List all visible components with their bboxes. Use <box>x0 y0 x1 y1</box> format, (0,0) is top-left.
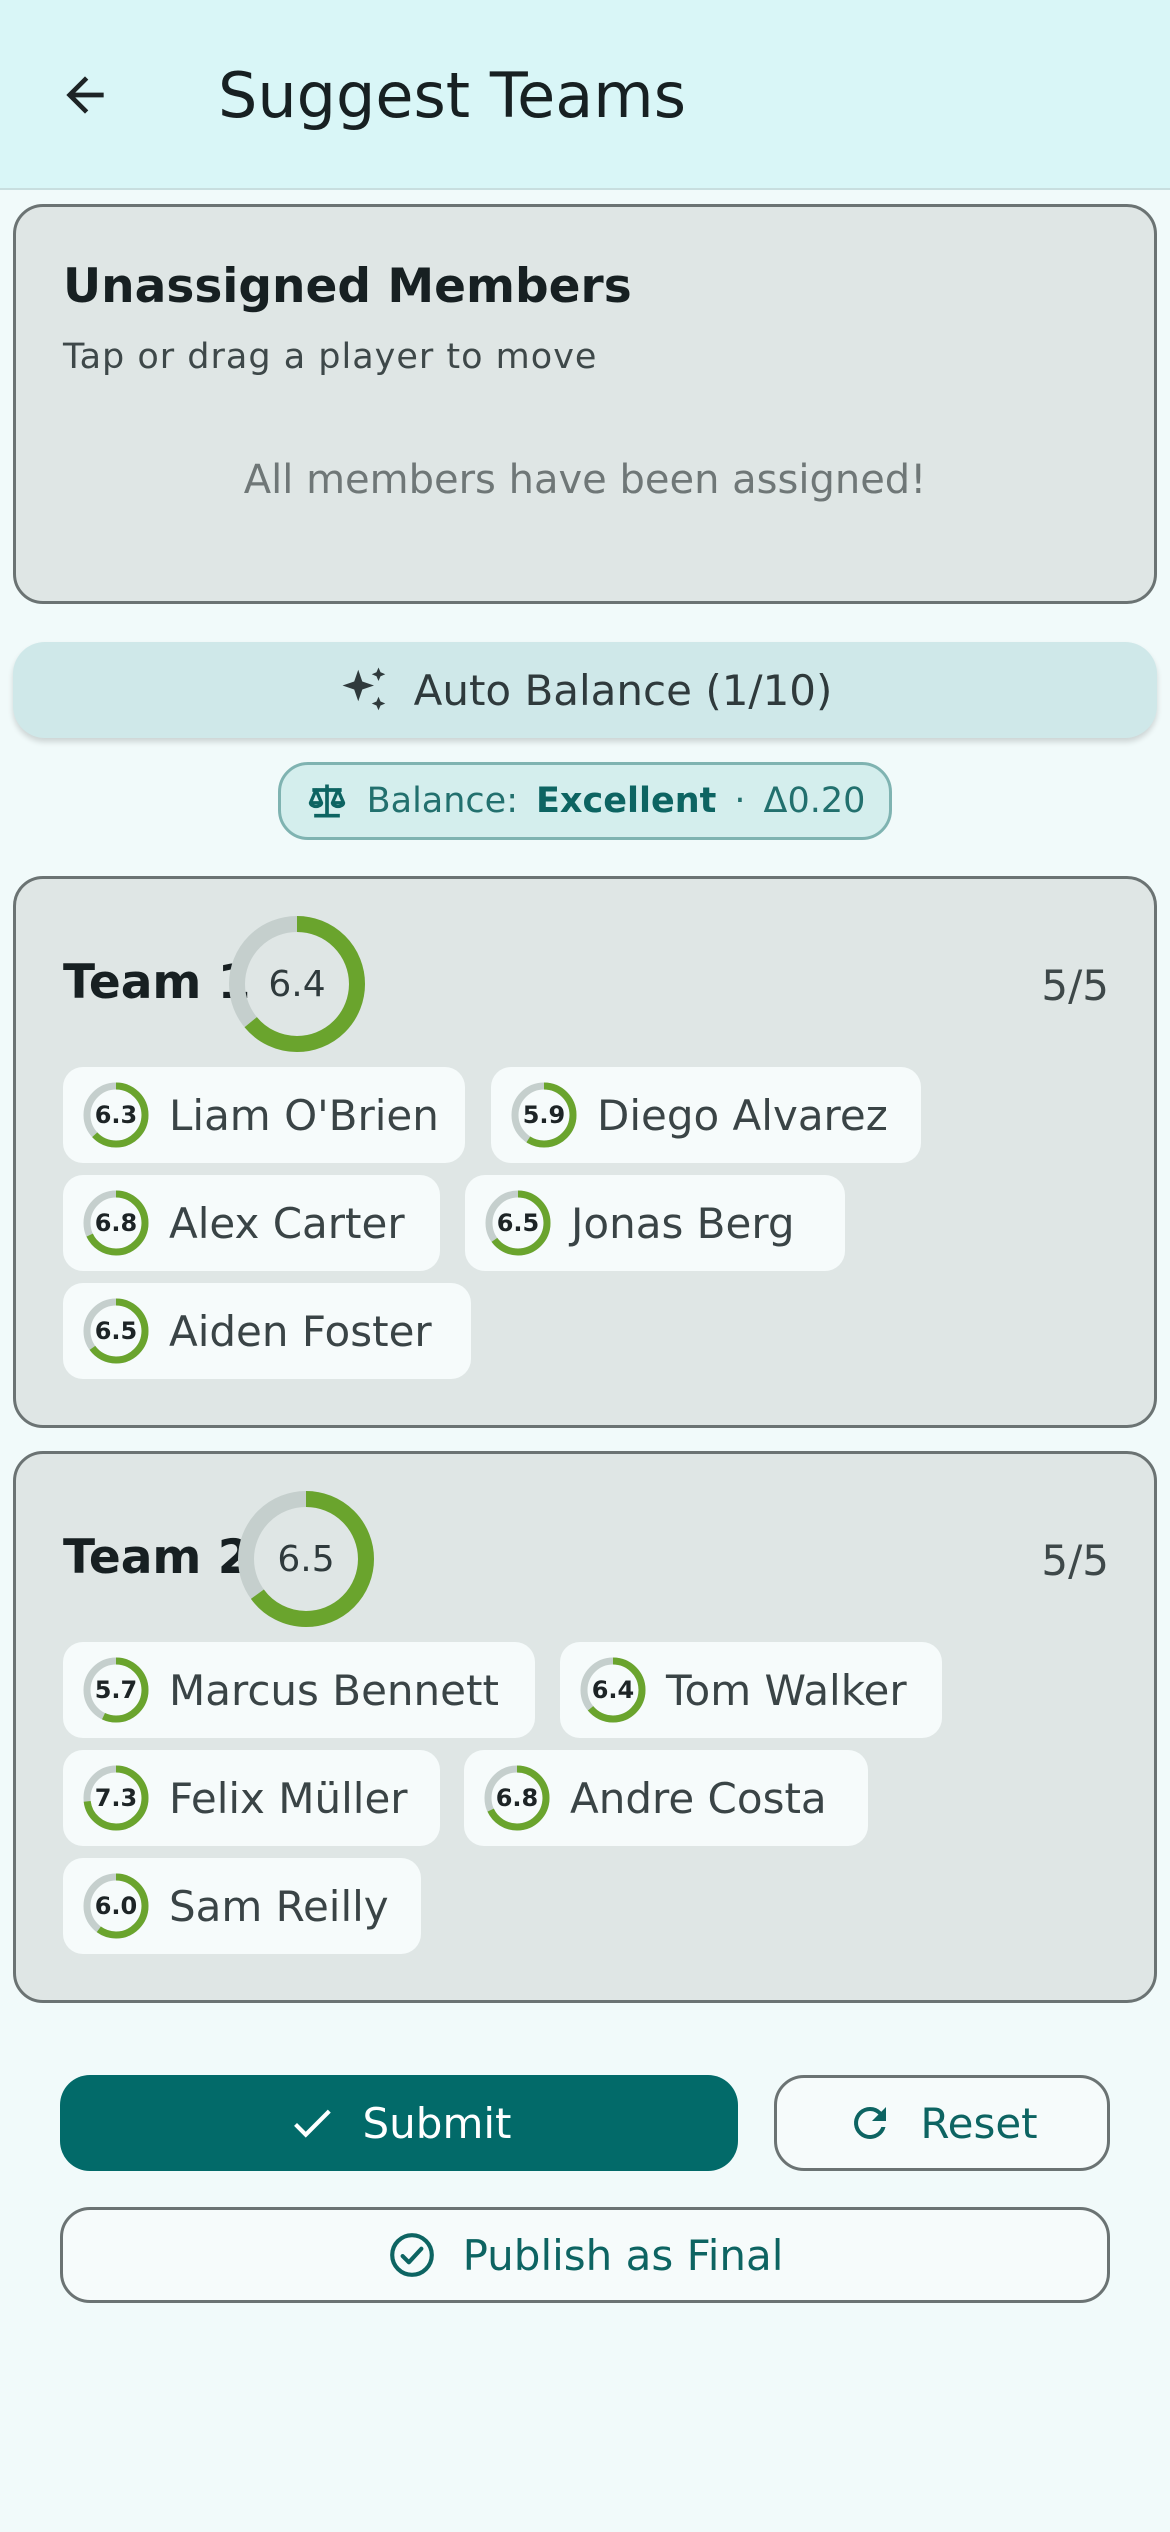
player-rating-ring: 5.9 <box>509 1080 579 1150</box>
player-chip[interactable]: 5.7 Marcus Bennett <box>63 1642 535 1738</box>
player-rating-ring: 7.3 <box>81 1763 151 1833</box>
empty-state-message: All members have been assigned! <box>243 457 927 503</box>
player-rating-ring: 6.8 <box>482 1763 552 1833</box>
balance-rating: Excellent <box>536 781 717 821</box>
submit-button[interactable]: Submit <box>60 2075 738 2171</box>
player-rating-ring: 6.0 <box>81 1871 151 1941</box>
reset-button[interactable]: Reset <box>774 2075 1110 2171</box>
team-rating-value: 6.5 <box>277 1538 335 1580</box>
team-card-1[interactable]: Team 1 6.4 5/5 6.3 Liam O'Brien 5.9 Dieg… <box>13 876 1157 1428</box>
back-button[interactable] <box>40 50 130 140</box>
player-name: Alex Carter <box>169 1198 405 1248</box>
check-icon <box>293 2109 331 2138</box>
player-name: Sam Reilly <box>169 1881 389 1931</box>
page-title: Suggest Teams <box>218 59 686 132</box>
player-chip[interactable]: 5.9 Diego Alvarez <box>491 1067 921 1163</box>
publish-label: Publish as Final <box>462 2230 784 2280</box>
team-rating-gauge: 6.5 <box>236 1489 376 1629</box>
player-chip[interactable]: 6.5 Jonas Berg <box>465 1175 845 1271</box>
player-chip[interactable]: 6.0 Sam Reilly <box>63 1858 421 1954</box>
player-name: Marcus Bennett <box>169 1665 499 1715</box>
player-rating-ring: 6.5 <box>81 1296 151 1366</box>
player-rating-ring: 6.4 <box>578 1655 648 1725</box>
app-bar: Suggest Teams <box>0 0 1170 190</box>
balance-delta: Δ0.20 <box>763 781 866 821</box>
player-name: Liam O'Brien <box>169 1090 439 1140</box>
player-rating-ring: 6.3 <box>81 1080 151 1150</box>
team-name: Team 2 <box>63 1530 251 1585</box>
balance-prefix: Balance: <box>366 781 518 821</box>
arrow-left-icon <box>66 76 104 114</box>
team-rating-gauge: 6.4 <box>227 914 367 1054</box>
balance-separator: · <box>734 781 746 821</box>
player-rating-ring: 6.5 <box>483 1188 553 1258</box>
player-name: Jonas Berg <box>571 1198 795 1248</box>
player-chip[interactable]: 6.3 Liam O'Brien <box>63 1067 465 1163</box>
player-chip[interactable]: 7.3 Felix Müller <box>63 1750 440 1846</box>
player-name: Tom Walker <box>666 1665 907 1715</box>
player-chip[interactable]: 6.4 Tom Walker <box>560 1642 942 1738</box>
publish-as-final-button[interactable]: Publish as Final <box>60 2207 1110 2303</box>
player-rating-ring: 6.8 <box>81 1188 151 1258</box>
check-circle-icon <box>389 2233 434 2277</box>
player-chip[interactable]: 6.8 Alex Carter <box>63 1175 440 1271</box>
player-chip[interactable]: 6.5 Aiden Foster <box>63 1283 471 1379</box>
scale-icon <box>308 784 345 818</box>
refresh-icon <box>854 2107 887 2139</box>
team-card-2[interactable]: Team 2 6.5 5/5 5.7 Marcus Bennett 6.4 To… <box>13 1451 1157 2003</box>
player-name: Andre Costa <box>570 1773 827 1823</box>
balance-status-chip: Balance: Excellent · Δ0.20 <box>278 762 892 840</box>
submit-label: Submit <box>362 2098 512 2148</box>
player-chip[interactable]: 6.8 Andre Costa <box>464 1750 868 1846</box>
team-name: Team 1 <box>63 955 251 1010</box>
team-rating-value: 6.4 <box>268 963 326 1005</box>
reset-label: Reset <box>920 2098 1038 2148</box>
player-rating-ring: 5.7 <box>81 1655 151 1725</box>
player-name: Aiden Foster <box>169 1306 432 1356</box>
auto-balance-label: Auto Balance (1/10) <box>413 665 833 715</box>
team-count: 5/5 <box>1041 961 1109 1010</box>
sparkles-icon <box>342 667 385 711</box>
player-name: Diego Alvarez <box>597 1090 888 1140</box>
unassigned-subtitle: Tap or drag a player to move <box>63 337 598 377</box>
team-count: 5/5 <box>1041 1536 1109 1585</box>
unassigned-members-card[interactable]: Unassigned Members Tap or drag a player … <box>13 204 1157 604</box>
auto-balance-button[interactable]: Auto Balance (1/10) <box>13 642 1157 738</box>
player-name: Felix Müller <box>169 1773 408 1823</box>
unassigned-title: Unassigned Members <box>63 259 632 314</box>
